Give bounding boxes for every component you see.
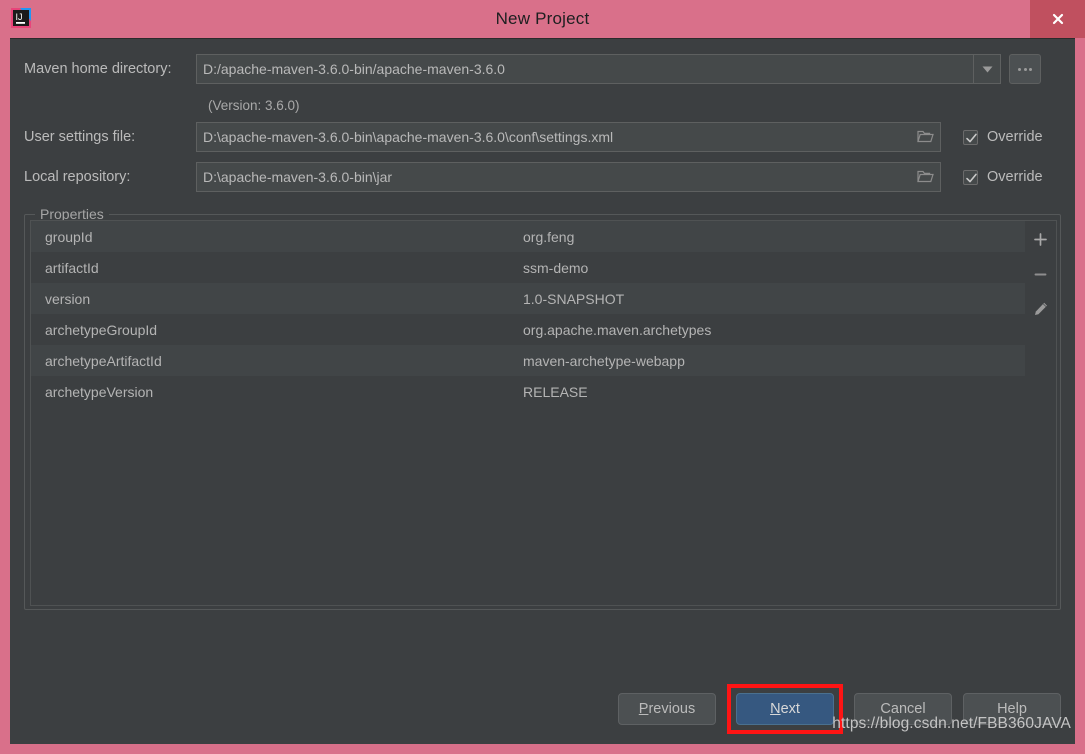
maven-home-dropdown-button[interactable]: [973, 54, 1001, 84]
maven-version-note: (Version: 3.6.0): [208, 98, 300, 113]
folder-icon[interactable]: [917, 129, 934, 147]
properties-group: Properties groupId org.feng artifactId ssm-…: [24, 206, 1061, 610]
add-property-button[interactable]: [1030, 228, 1052, 250]
previous-mnemonic: P: [638, 701, 649, 717]
table-row[interactable]: artifactId ssm-demo: [31, 252, 1025, 283]
next-button[interactable]: Next: [736, 693, 834, 725]
dialog-body: Maven home directory: D:/apache-maven-3.…: [10, 38, 1075, 744]
user-settings-value: D:\apache-maven-3.6.0-bin\apache-maven-3…: [203, 129, 614, 145]
property-key: artifactId: [45, 259, 99, 276]
property-value: maven-archetype-webapp: [523, 352, 685, 369]
new-project-window: IJ New Project Maven home directory: D:/…: [0, 0, 1085, 754]
checkbox-box: [963, 129, 978, 145]
watermark: https://blog.csdn.net/FBB360JAVA: [832, 715, 1071, 732]
intellij-idea-icon: IJ: [10, 7, 32, 29]
local-repository-value: D:\apache-maven-3.6.0-bin\jar: [203, 169, 393, 185]
edit-property-button[interactable]: [1030, 298, 1052, 320]
ellipsis-dot: [1018, 67, 1021, 71]
table-row[interactable]: archetypeGroupId org.apache.maven.archety…: [31, 314, 1025, 345]
properties-table[interactable]: groupId org.feng artifactId ssm-demo version…: [30, 220, 1025, 606]
next-button-highlight: Next: [727, 684, 843, 734]
table-row[interactable]: groupId org.feng: [31, 221, 1025, 252]
maven-home-label: Maven home directory:: [24, 61, 172, 77]
property-key: archetypeVersion: [45, 383, 154, 400]
folder-icon[interactable]: [917, 169, 934, 187]
property-value: 1.0-SNAPSHOT: [523, 290, 625, 307]
minus-icon: [1034, 273, 1047, 275]
property-key: version: [45, 290, 91, 307]
next-mnemonic: N: [770, 701, 781, 717]
table-row[interactable]: version 1.0-SNAPSHOT: [31, 283, 1025, 314]
remove-property-button[interactable]: [1030, 263, 1052, 285]
pencil-icon: [1034, 302, 1047, 315]
previous-button[interactable]: Previous: [618, 693, 716, 725]
property-key: archetypeGroupId: [45, 321, 158, 338]
table-row[interactable]: archetypeArtifactId maven-archetype-webap…: [31, 345, 1025, 376]
plus-icon: [1034, 232, 1047, 246]
checkbox-box: [963, 169, 978, 185]
properties-table-wrap: groupId org.feng artifactId ssm-demo version…: [30, 220, 1057, 606]
property-key: archetypeArtifactId: [45, 352, 162, 369]
window-title: New Project: [495, 9, 590, 28]
check-icon: [966, 173, 977, 182]
property-value: RELEASE: [523, 383, 588, 400]
close-icon: [1052, 13, 1063, 25]
title-bar: IJ New Project: [0, 0, 1085, 38]
local-repository-row: Local repository: D:\apache-maven-3.6.0-…: [10, 161, 1075, 193]
ellipsis-dot: [1023, 67, 1027, 71]
user-settings-override-checkbox[interactable]: Override: [963, 129, 1043, 145]
maven-form: Maven home directory: D:/apache-maven-3.…: [10, 39, 1075, 193]
maven-home-row: Maven home directory: D:/apache-maven-3.…: [10, 53, 1075, 85]
close-button[interactable]: [1030, 0, 1085, 38]
property-value: ssm-demo: [523, 259, 589, 276]
chevron-down-icon: [982, 66, 992, 72]
override-label: Override: [987, 169, 1043, 185]
ellipsis-dot: [1029, 67, 1032, 71]
local-repository-input[interactable]: D:\apache-maven-3.6.0-bin\jar: [196, 162, 941, 192]
svg-text:IJ: IJ: [16, 12, 23, 22]
properties-toolbar: [1025, 220, 1057, 606]
override-label: Override: [987, 129, 1043, 145]
check-icon: [966, 133, 977, 142]
property-value: org.feng: [523, 228, 575, 245]
maven-home-browse-button[interactable]: [1009, 54, 1041, 84]
user-settings-input[interactable]: D:\apache-maven-3.6.0-bin\apache-maven-3…: [196, 122, 941, 152]
user-settings-label: User settings file:: [24, 129, 136, 145]
user-settings-row: User settings file: D:\apache-maven-3.6.…: [10, 121, 1075, 153]
table-row[interactable]: archetypeVersion RELEASE: [31, 376, 1025, 407]
maven-home-input[interactable]: D:/apache-maven-3.6.0-bin/apache-maven-3…: [196, 54, 973, 84]
next-suffix: ext: [780, 701, 800, 717]
previous-suffix: revious: [648, 701, 696, 717]
property-key: groupId: [45, 228, 93, 245]
local-repository-override-checkbox[interactable]: Override: [963, 169, 1043, 185]
local-repository-label: Local repository:: [24, 169, 131, 185]
property-value: org.apache.maven.archetypes: [523, 321, 712, 338]
